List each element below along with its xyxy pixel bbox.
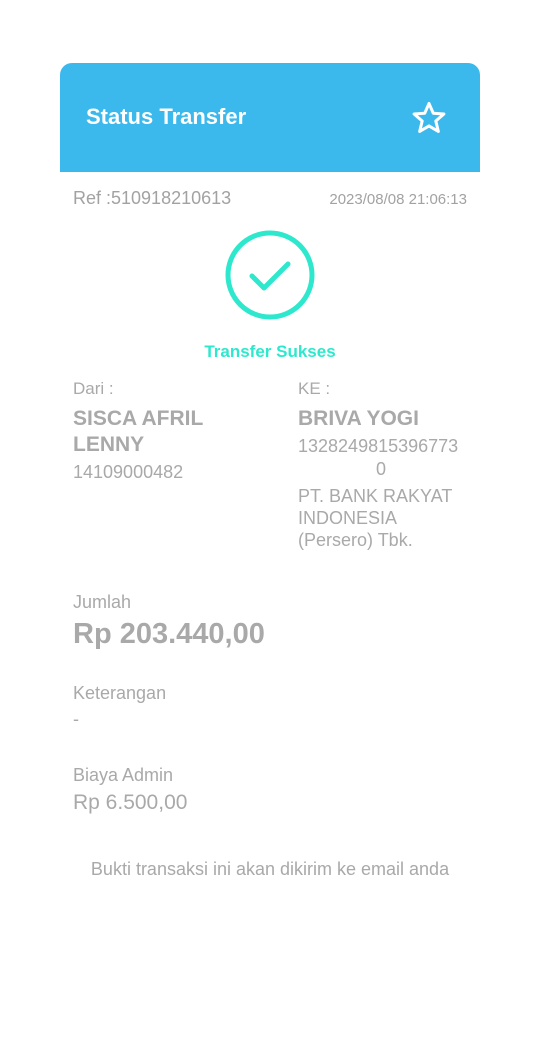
- recipient-account: 1328249815396773 0: [298, 435, 473, 481]
- check-circle-icon: [224, 229, 316, 321]
- recipient-bank: PT. BANK RAKYAT INDONESIA (Persero) Tbk.: [298, 486, 453, 550]
- description-value: -: [73, 709, 79, 729]
- recipient-name: BRIVA YOGI: [298, 407, 419, 430]
- status-label: Transfer Sukses: [204, 342, 336, 361]
- admin-fee-label: Biaya Admin: [73, 765, 174, 785]
- header-bar: Status Transfer: [60, 63, 480, 172]
- reference-number: Ref :510918210613: [73, 188, 232, 208]
- sender-account: 14109000482: [73, 462, 184, 482]
- description-label: Keterangan: [73, 683, 167, 703]
- recipient-label: KE :: [298, 379, 331, 398]
- recipient-account-line1: 1328249815396773: [298, 436, 459, 456]
- email-receipt-note: Bukti transaksi ini akan dikirim ke emai…: [90, 859, 450, 879]
- reference-row: Ref :510918210613 2023/08/08 21:06:13: [73, 188, 467, 212]
- sender-label: Dari :: [73, 379, 114, 398]
- admin-fee-value: Rp 6.500,00: [73, 791, 188, 814]
- transfer-status-card: Status Transfer Ref :510918210613 2023/0…: [60, 63, 480, 879]
- recipient-section: KE : BRIVA YOGI 1328249815396773 0 PT. B…: [298, 379, 473, 551]
- amount-label: Jumlah: [73, 592, 132, 612]
- star-outline-icon: [412, 101, 446, 133]
- sender-section: Dari : SISCA AFRIL LENNY 14109000482: [73, 379, 248, 484]
- recipient-account-line2: 0: [376, 459, 387, 479]
- transaction-datetime: 2023/08/08 21:06:13: [329, 191, 467, 208]
- page-title: Status Transfer: [86, 104, 247, 129]
- sender-name: SISCA AFRIL LENNY: [73, 407, 203, 456]
- amount-value: Rp 203.440,00: [73, 618, 265, 650]
- favorite-button[interactable]: [410, 99, 448, 137]
